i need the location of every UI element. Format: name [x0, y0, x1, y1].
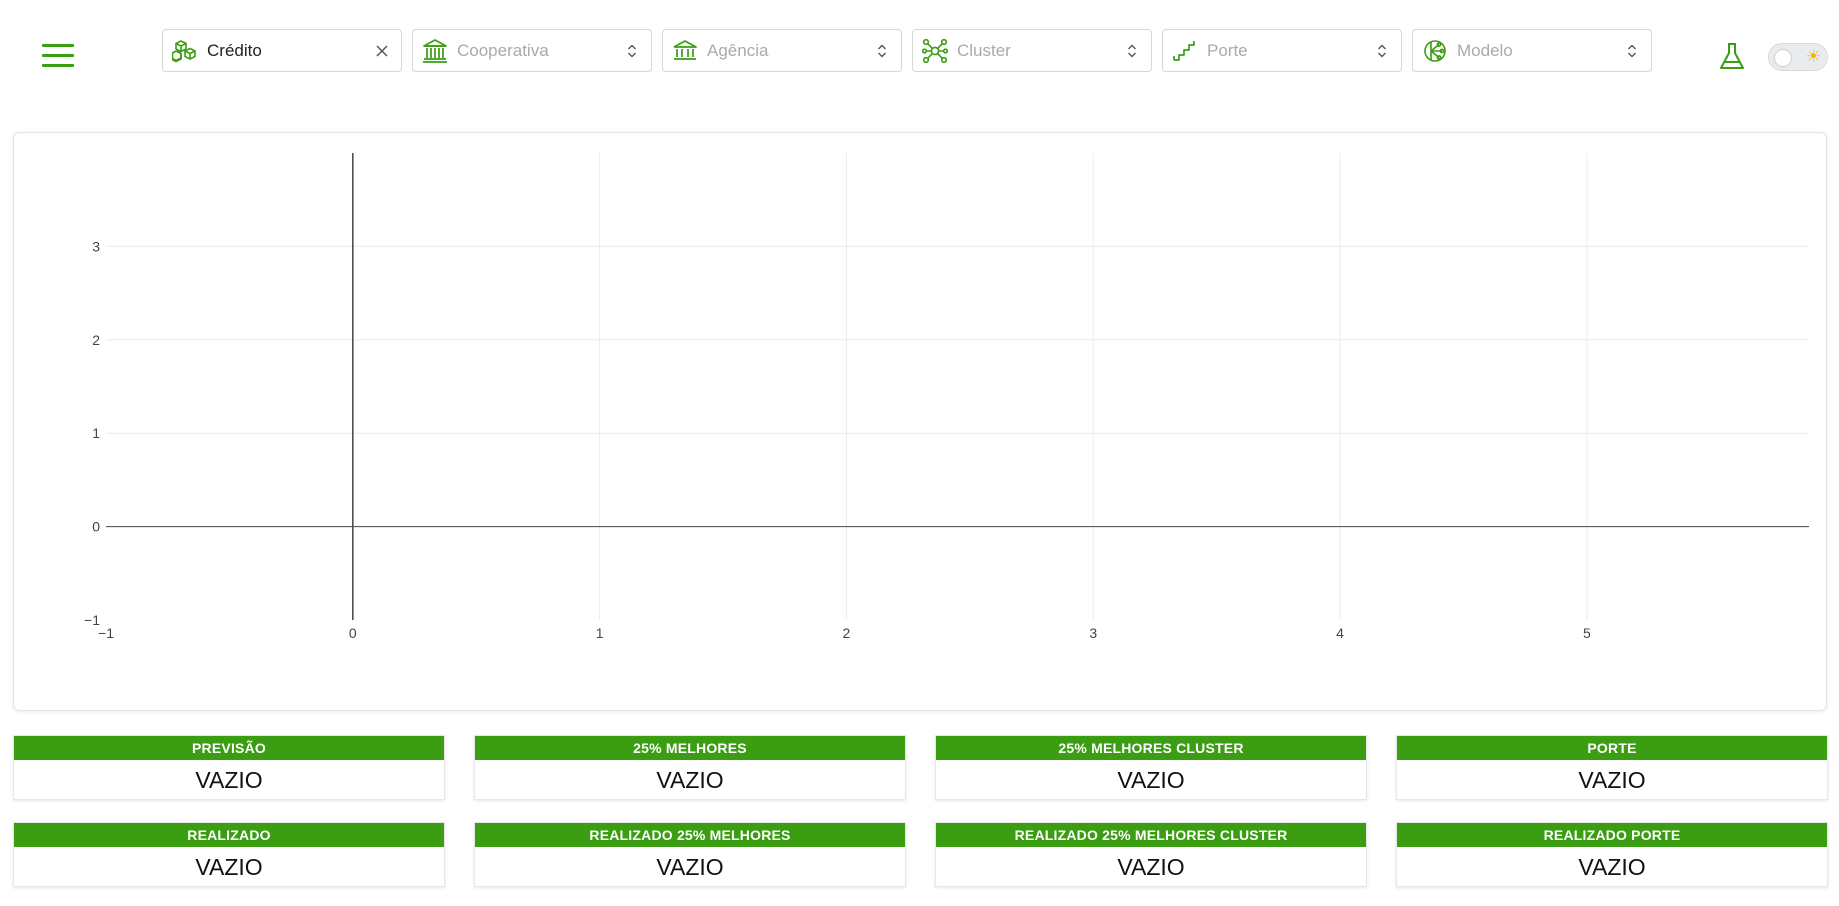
sun-icon: ☀ [1805, 47, 1821, 66]
cluster-select[interactable]: Cluster [912, 29, 1152, 72]
card-value: VAZIO [1578, 767, 1646, 793]
y-tick-label: 1 [92, 425, 100, 441]
card-title: REALIZADO 25% MELHORES CLUSTER [936, 823, 1366, 847]
x-tick-label: 2 [843, 625, 851, 641]
card-value: VAZIO [656, 767, 724, 793]
modelo-select-placeholder: Modelo [1457, 40, 1513, 60]
chevron-updown-icon [1623, 42, 1641, 60]
agencia-select[interactable]: Agência [662, 29, 902, 72]
x-tick-label: 4 [1336, 625, 1344, 641]
card-value: VAZIO [1117, 854, 1185, 880]
filter-bar: Crédito Cooperativa Agência Cluster Port… [162, 29, 1652, 72]
chevron-updown-icon [1373, 42, 1391, 60]
credito-select[interactable]: Crédito [162, 29, 402, 72]
stairs-icon [1171, 37, 1199, 65]
x-tick-label: 3 [1089, 625, 1097, 641]
porte-select-placeholder: Porte [1207, 40, 1248, 60]
clear-icon[interactable] [373, 42, 391, 60]
y-tick-label: 0 [92, 519, 100, 535]
credito-select-value: Crédito [207, 40, 262, 60]
card-value: VAZIO [1578, 854, 1646, 880]
chevron-updown-icon [1123, 42, 1141, 60]
previsao-card: PREVISÃO VAZIO [13, 735, 445, 800]
hamburger-menu-icon[interactable] [42, 42, 76, 70]
chart-canvas: −1 0 1 2 3 4 5 −1 0 1 2 3 [84, 153, 1809, 641]
cluster-select-placeholder: Cluster [957, 40, 1011, 60]
x-tick-label: 1 [596, 625, 604, 641]
melhores-25-card: 25% MELHORES VAZIO [474, 735, 906, 800]
realizado-card: REALIZADO VAZIO [13, 822, 445, 887]
x-tick-label: 5 [1583, 625, 1591, 641]
card-title: PORTE [1397, 736, 1827, 760]
card-title: PREVISÃO [14, 736, 444, 760]
chart-panel: −1 0 1 2 3 4 5 −1 0 1 2 3 [13, 132, 1827, 711]
bank-building-icon [421, 37, 449, 65]
y-tick-label: −1 [84, 612, 100, 628]
card-value: VAZIO [656, 854, 724, 880]
x-tick-label: −1 [98, 625, 114, 641]
realizado-melhores-25-cluster-card: REALIZADO 25% MELHORES CLUSTER VAZIO [935, 822, 1367, 887]
card-title: REALIZADO [14, 823, 444, 847]
chevron-updown-icon [873, 42, 891, 60]
flask-icon[interactable] [1718, 42, 1746, 72]
card-title: REALIZADO 25% MELHORES [475, 823, 905, 847]
card-value: VAZIO [1117, 767, 1185, 793]
realizado-porte-card: REALIZADO PORTE VAZIO [1396, 822, 1828, 887]
card-title: REALIZADO PORTE [1397, 823, 1827, 847]
agencia-select-placeholder: Agência [707, 40, 769, 60]
x-tick-label: 0 [349, 625, 357, 641]
y-tick-label: 2 [92, 332, 100, 348]
card-value: VAZIO [195, 767, 263, 793]
card-value: VAZIO [195, 854, 263, 880]
realizado-melhores-25-card: REALIZADO 25% MELHORES VAZIO [474, 822, 906, 887]
theme-toggle[interactable]: ☀ [1768, 43, 1828, 71]
porte-select[interactable]: Porte [1162, 29, 1402, 72]
cooperativa-select[interactable]: Cooperativa [412, 29, 652, 72]
modelo-select[interactable]: Modelo [1412, 29, 1652, 72]
y-tick-label: 3 [92, 238, 100, 254]
model-tree-icon [1421, 37, 1449, 65]
chevron-updown-icon [623, 42, 641, 60]
bank-icon [671, 37, 699, 65]
porte-card: PORTE VAZIO [1396, 735, 1828, 800]
boxes-icon [171, 37, 199, 65]
network-nodes-icon [921, 37, 949, 65]
toggle-knob [1775, 50, 1791, 66]
card-title: 25% MELHORES CLUSTER [936, 736, 1366, 760]
melhores-25-cluster-card: 25% MELHORES CLUSTER VAZIO [935, 735, 1367, 800]
cooperativa-select-placeholder: Cooperativa [457, 40, 549, 60]
card-title: 25% MELHORES [475, 736, 905, 760]
